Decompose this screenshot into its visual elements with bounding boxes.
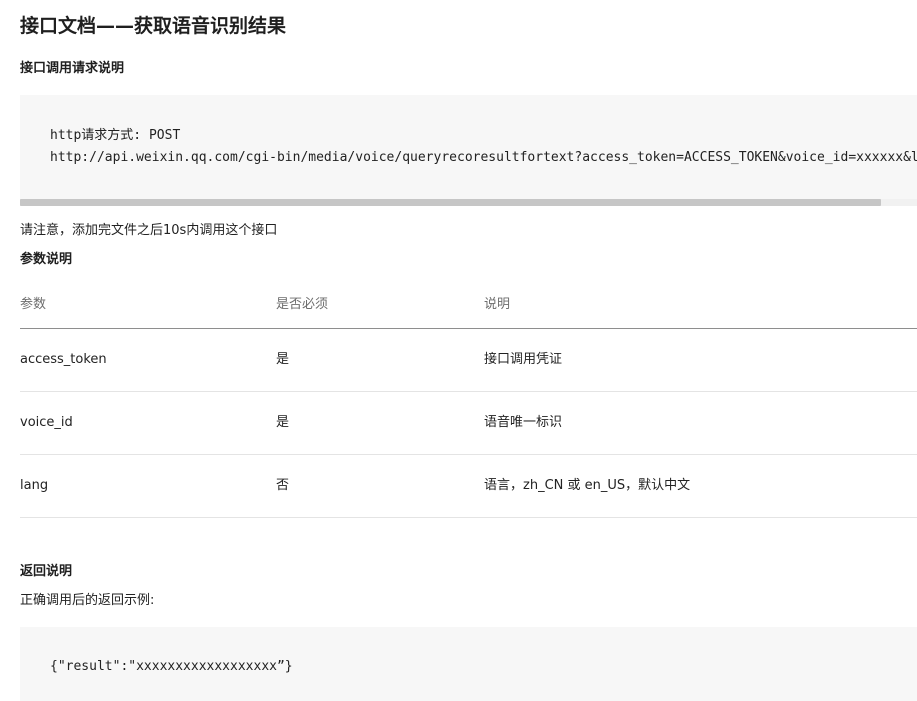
request-code-block: http请求方式: POST http://api.weixin.qq.com/… — [20, 95, 917, 199]
header-required: 是否必须 — [276, 297, 329, 312]
header-description: 说明 — [484, 297, 511, 312]
table-row: access_token 是 接口调用凭证 — [20, 329, 917, 392]
table-row: lang 否 语言，zh_CN 或 en_US，默认中文 — [20, 455, 917, 518]
request-url-line: http://api.weixin.qq.com/cgi-bin/media/v… — [50, 150, 917, 165]
return-example-line: {"result":"xxxxxxxxxxxxxxxxxx”} — [50, 659, 293, 674]
param-description: 语音唯一标识 — [484, 415, 563, 430]
return-code-block: {"result":"xxxxxxxxxxxxxxxxxx”} — [20, 627, 917, 701]
param-description: 语言，zh_CN 或 en_US，默认中文 — [484, 478, 691, 493]
param-required: 是 — [276, 352, 290, 367]
table-row: voice_id 是 语音唯一标识 — [20, 392, 917, 455]
return-section-title: 返回说明 — [20, 564, 73, 579]
return-subtitle: 正确调用后的返回示例: — [20, 593, 155, 608]
table-header-row: 参数 是否必须 说明 — [20, 282, 917, 329]
param-name: lang — [20, 478, 49, 493]
request-section-title: 接口调用请求说明 — [20, 61, 125, 76]
param-name: access_token — [20, 352, 107, 367]
param-required: 否 — [276, 478, 290, 493]
header-param: 参数 — [20, 297, 47, 312]
doc-page: 接口文档——获取语音识别结果 接口调用请求说明 http请求方式: POST h… — [0, 0, 917, 701]
param-description: 接口调用凭证 — [484, 352, 563, 367]
request-method-line: http请求方式: POST — [50, 128, 181, 143]
params-section-title: 参数说明 — [20, 252, 73, 267]
params-table: 参数 是否必须 说明 access_token 是 接口调用凭证 voice_i… — [20, 282, 917, 518]
param-name: voice_id — [20, 415, 73, 430]
param-required: 是 — [276, 415, 290, 430]
scrollbar-thumb[interactable] — [20, 199, 881, 206]
page-title: 接口文档——获取语音识别结果 — [20, 15, 287, 37]
request-note: 请注意，添加完文件之后10s内调用这个接口 — [20, 223, 278, 238]
code-horizontal-scrollbar[interactable] — [20, 199, 917, 206]
